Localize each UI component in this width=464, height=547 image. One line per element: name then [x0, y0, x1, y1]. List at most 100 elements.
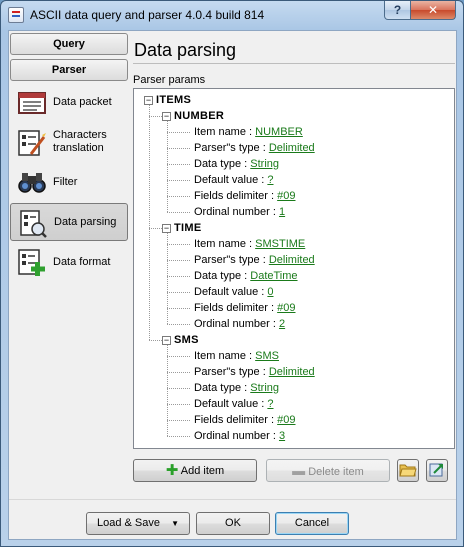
tree-property-row: Default value : 0: [194, 284, 274, 300]
property-value-link[interactable]: ?: [267, 398, 273, 410]
data-parsing-icon: [20, 210, 47, 238]
property-name: Fields delimiter :: [194, 302, 278, 314]
parser-section-button[interactable]: Parser: [10, 59, 128, 81]
tree-property-row: Parser"s type : Delimited: [194, 252, 315, 268]
tree-property-row: Ordinal number : 3: [194, 428, 285, 444]
delete-item-label: Delete item: [308, 466, 364, 478]
property-value-link[interactable]: SMSTIME: [255, 238, 305, 250]
property-value-link[interactable]: DateTime: [250, 270, 297, 282]
property-name: Parser"s type :: [194, 366, 269, 378]
tree-property-row: Item name : NUMBER: [194, 124, 303, 140]
tree-connector: [167, 276, 190, 277]
group-collapse-toggle[interactable]: −: [162, 112, 171, 121]
data-packet-icon: [18, 92, 46, 114]
tree-connector: [167, 148, 190, 149]
tree-connector: [149, 105, 150, 340]
property-value-link[interactable]: SMS: [255, 350, 279, 362]
tree-connector: [149, 116, 162, 117]
tree-connector: [167, 233, 168, 324]
tree-property-row: Data type : String: [194, 156, 279, 172]
nav-label-data-format: Data format: [53, 256, 111, 268]
nav-item-filter[interactable]: Filter: [10, 163, 128, 201]
tree-root-items[interactable]: ITEMS: [156, 92, 191, 108]
property-value-link[interactable]: #09: [277, 190, 295, 202]
delete-item-button[interactable]: ▬ Delete item: [266, 459, 390, 482]
tree-connector: [167, 121, 168, 212]
property-value-link[interactable]: 2: [279, 318, 285, 330]
property-value-link[interactable]: #09: [277, 414, 295, 426]
property-name: Item name :: [194, 126, 256, 138]
nav-label-filter: Filter: [53, 176, 78, 188]
group-collapse-toggle[interactable]: −: [162, 336, 171, 345]
load-save-dropdown-button[interactable]: Load & Save ▼: [86, 512, 190, 535]
tree-connector: [167, 420, 190, 421]
parser-params-tree[interactable]: − ITEMS − NUMBER Item name : NUMBER Parser"…: [133, 88, 455, 449]
tree-property-row: Fields delimiter : #09: [194, 188, 296, 204]
tree-property-row: Parser"s type : Delimited: [194, 364, 315, 380]
property-value-link[interactable]: String: [250, 158, 279, 170]
property-name: Data type :: [194, 158, 251, 170]
property-name: Default value :: [194, 174, 268, 186]
tree-connector: [167, 436, 190, 437]
group-collapse-toggle[interactable]: −: [162, 224, 171, 233]
nav-item-characters-translation[interactable]: Characters translation: [10, 123, 128, 161]
root-collapse-toggle[interactable]: −: [144, 96, 153, 105]
tree-connector: [167, 324, 190, 325]
tree-group-number[interactable]: NUMBER: [174, 108, 224, 124]
tree-property-row: Default value : ?: [194, 396, 274, 412]
title-divider: [133, 63, 455, 64]
add-item-button[interactable]: ✚ Add item: [133, 459, 257, 482]
open-file-button[interactable]: [397, 459, 419, 482]
help-button[interactable]: ?: [384, 1, 411, 20]
tree-property-row: Ordinal number : 1: [194, 204, 285, 220]
property-value-link[interactable]: String: [250, 382, 279, 394]
tree-connector: [167, 388, 190, 389]
tree-connector: [167, 356, 190, 357]
tree-connector: [167, 164, 190, 165]
delete-minus-icon: ▬: [292, 463, 306, 478]
property-name: Item name :: [194, 238, 256, 250]
tree-connector: [167, 292, 190, 293]
tree-connector: [149, 228, 162, 229]
tree-connector: [167, 196, 190, 197]
add-item-label: Add item: [180, 465, 225, 477]
tree-connector: [167, 404, 190, 405]
property-name: Data type :: [194, 270, 251, 282]
window-title: ASCII data query and parser 4.0.4 build …: [30, 8, 265, 22]
property-value-link[interactable]: 1: [279, 206, 285, 218]
tree-connector: [167, 244, 190, 245]
property-value-link[interactable]: ?: [267, 174, 273, 186]
nav-item-data-packet[interactable]: Data packet: [10, 83, 128, 121]
nav-label-characters-translation: Characters translation: [53, 129, 107, 154]
property-value-link[interactable]: 3: [279, 430, 285, 442]
property-value-link[interactable]: #09: [277, 302, 295, 314]
close-button[interactable]: ✕: [410, 1, 456, 20]
cancel-button[interactable]: Cancel: [275, 512, 349, 535]
property-value-link[interactable]: 0: [267, 286, 273, 298]
property-value-link[interactable]: Delimited: [269, 366, 315, 378]
data-format-icon: [18, 249, 45, 276]
property-value-link[interactable]: Delimited: [269, 254, 315, 266]
tree-group-time[interactable]: TIME: [174, 220, 201, 236]
client-area: Query Parser Data packet Characters tran…: [8, 30, 457, 540]
property-name: Fields delimiter :: [194, 414, 278, 426]
export-button[interactable]: [426, 459, 448, 482]
tree-group-sms[interactable]: SMS: [174, 332, 199, 348]
app-window: ASCII data query and parser 4.0.4 build …: [0, 0, 464, 547]
tree-connector: [167, 308, 190, 309]
parser-params-label: Parser params: [133, 74, 206, 86]
tree-connector: [167, 180, 190, 181]
property-name: Parser"s type :: [194, 142, 269, 154]
property-name: Ordinal number :: [194, 206, 279, 218]
property-value-link[interactable]: Delimited: [269, 142, 315, 154]
ok-button[interactable]: OK: [196, 512, 270, 535]
nav-item-data-parsing[interactable]: Data parsing: [10, 203, 128, 241]
nav-item-data-format[interactable]: Data format: [10, 243, 128, 281]
tree-property-row: Item name : SMSTIME: [194, 236, 305, 252]
title-bar[interactable]: ASCII data query and parser 4.0.4 build …: [1, 1, 463, 29]
property-name: Parser"s type :: [194, 254, 269, 266]
property-value-link[interactable]: NUMBER: [255, 126, 303, 138]
query-section-button[interactable]: Query: [10, 33, 128, 55]
tree-property-row: Item name : SMS: [194, 348, 279, 364]
tree-property-row: Data type : DateTime: [194, 268, 298, 284]
